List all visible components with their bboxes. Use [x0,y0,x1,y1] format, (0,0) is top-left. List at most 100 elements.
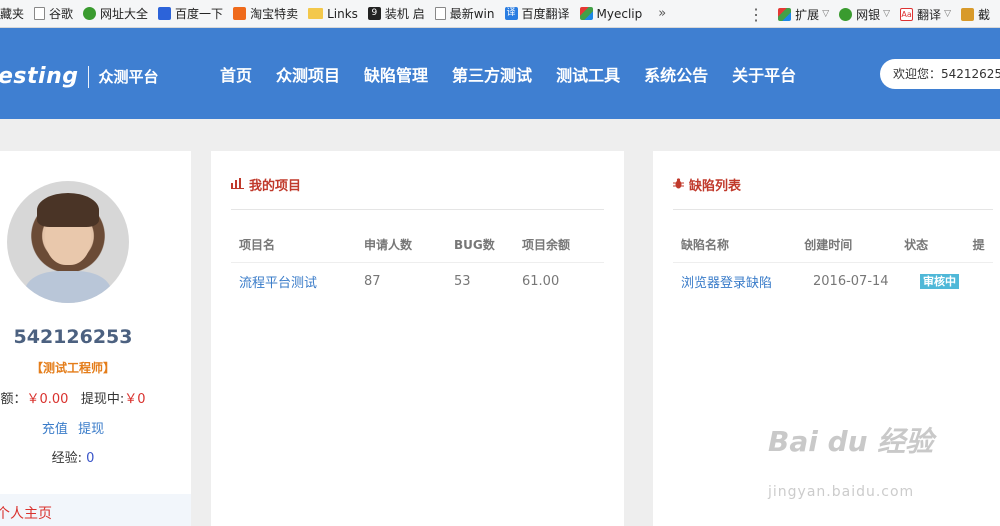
nav-defects[interactable]: 缺陷管理 [364,62,428,86]
baidu-watermark: Bai du 经验 [768,425,934,458]
bookmark-label: 藏夹 [0,7,25,21]
nav-third-party-test[interactable]: 第三方测试 [452,62,532,86]
defect-name-link[interactable]: 浏览器登录缺陷 [673,272,805,291]
bank-button[interactable]: 网银 ▽ [839,6,890,23]
column-header: 提 [972,238,985,252]
bank-label: 网银 [856,7,881,22]
translate-icon: Aa [900,7,914,21]
column-header: 状态 [904,238,929,252]
page-icon [34,7,46,20]
panel-title: 我的项目 [231,175,301,194]
nine-icon: 9 [367,7,381,20]
column-header: 项目名 [239,238,276,252]
menu-personal-home[interactable]: 个人主页 [0,494,191,526]
withdraw-link[interactable]: 提现 [78,422,104,437]
bookmark-item[interactable]: 淘宝特卖 [233,5,298,22]
logo-text: esting [0,64,79,89]
welcome-user-pill[interactable]: 欢迎您：542126253 [880,59,1000,89]
screenshot-button[interactable]: 截 [960,6,990,23]
table-row: 流程平台测试 87 53 61.00 [231,263,604,299]
globe-icon [83,7,97,20]
bookmark-label: Myeclip [596,6,643,21]
bookmark-item[interactable]: Myeclip [579,6,643,21]
site-logo[interactable]: esting 众测平台 [0,64,159,89]
taobao-icon [233,7,247,20]
defects-table: 缺陷名称 创建时间 状态 提 浏览器登录缺陷 2016-07-14 审核中 [673,227,993,299]
bookmark-label: 网址大全 [100,7,149,21]
logo-subtitle: 众测平台 [98,68,159,86]
bookmark-item[interactable]: 网址大全 [83,5,148,22]
bookmark-item[interactable]: 百度一下 [158,5,223,22]
status-cell: 审核中 [912,273,985,289]
profile-role: 【测试工程师】 [30,361,115,375]
nav-announcements[interactable]: 系统公告 [644,62,708,86]
avatar-shirt [25,271,111,303]
table-header: 缺陷名称 创建时间 状态 提 [673,227,993,263]
screenshot-icon [960,7,974,21]
chevron-down-icon: ▽ [822,9,830,19]
bookmark-label: 谷歌 [49,7,74,21]
column-header: 创建时间 [804,238,853,252]
more-bookmarks-chevron-icon[interactable]: » [658,6,666,21]
avatar[interactable] [7,181,129,303]
more-dots-icon[interactable]: ⋮ [748,5,764,24]
my-projects-panel: 我的项目 项目名 申请人数 BUG数 项目余额 流程平台测试 87 53 61.… [211,151,624,526]
bar-chart-icon [231,177,244,192]
bookmark-label: Links [327,6,358,21]
translate-icon: 译 [504,7,518,20]
toolbar-right: ⋮ 扩展 ▽ 网银 ▽ Aa 翻译 ▽ 截 [740,0,1000,27]
column-header: BUG数 [454,238,495,252]
bookmarks-bar: 藏夹 谷歌 网址大全 百度一下 淘宝特卖 Links 9 装机 启 最新win 译… [0,0,1000,28]
translate-button[interactable]: Aa 翻译 ▽ [900,6,951,23]
experience-label: 经验: [51,451,82,466]
extensions-icon [778,7,792,21]
page-icon [434,7,446,20]
bug-count: 53 [454,273,471,289]
nav-test-tools[interactable]: 测试工具 [556,62,620,86]
nav-projects[interactable]: 众测项目 [276,62,340,86]
withdraw-pending-value: ￥0 [124,392,146,407]
table-header: 项目名 申请人数 BUG数 项目余额 [231,227,604,263]
column-header: 项目余额 [522,238,571,252]
bookmark-label: 装机 启 [384,7,425,21]
project-name-link[interactable]: 流程平台测试 [231,272,356,291]
bookmark-label: 最新win [449,7,495,21]
table-row: 浏览器登录缺陷 2016-07-14 审核中 [673,263,993,299]
baidu-paw-icon [158,7,172,20]
bookmark-item[interactable]: 最新win [434,5,495,22]
nav-home[interactable]: 首页 [220,62,252,86]
bookmark-item[interactable]: 谷歌 [34,5,73,22]
logo-divider [88,65,90,88]
panel-title: 缺陷列表 [673,175,741,194]
bookmark-label: 淘宝特卖 [250,7,299,21]
extensions-label: 扩展 [795,7,820,22]
recharge-link[interactable]: 充值 [42,422,68,437]
extensions-button[interactable]: 扩展 ▽ [778,6,829,23]
account-links: 充值 提现 [0,418,156,437]
projects-table: 项目名 申请人数 BUG数 项目余额 流程平台测试 87 53 61.00 [231,227,604,299]
bookmark-item[interactable]: 藏夹 [0,5,24,22]
bookmark-item[interactable]: Links [308,7,358,21]
withdraw-pending-label: 提现中: [80,392,125,407]
applicant-count: 87 [364,273,381,289]
experience-value: 0 [86,451,95,466]
status-badge: 审核中 [920,274,959,289]
column-header: 缺陷名称 [681,238,730,252]
bookmark-label: 百度一下 [175,7,224,21]
profile-card: 542126253 【测试工程师】 额：￥0.00 提现中:￥0 充值 提现 经… [0,151,191,526]
column-header: 申请人数 [364,238,413,252]
folder-icon [308,8,324,19]
baidu-watermark-url: jingyan.baidu.com [768,484,915,500]
site-header: esting 众测平台 首页 众测项目 缺陷管理 第三方测试 测试工具 系统公告… [0,28,1000,119]
bookmark-label: 百度翻译 [521,7,570,21]
balance-label: 额： [0,392,27,407]
nav-about[interactable]: 关于平台 [732,62,796,86]
experience: 经验: 0 [0,447,156,466]
bookmark-item[interactable]: 9 装机 启 [367,5,425,22]
avatar-hair [37,193,99,227]
bank-icon [839,7,853,21]
translate-label: 翻译 [917,7,942,22]
bookmark-item[interactable]: 译百度翻译 [504,5,570,22]
divider [673,209,993,210]
balance-value: ￥0.00 [26,392,69,407]
